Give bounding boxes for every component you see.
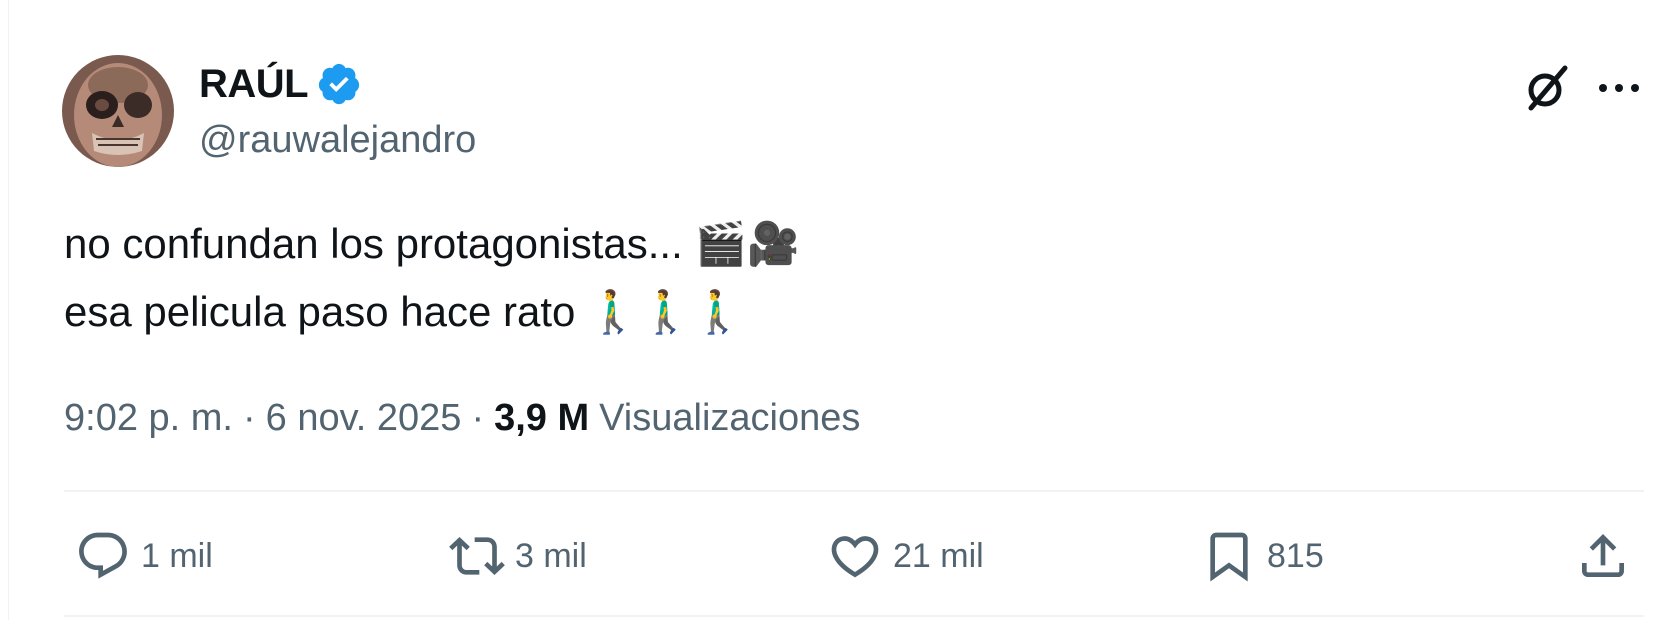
author-name-row[interactable]: RAÚL [199, 60, 362, 108]
avatar[interactable] [62, 55, 174, 167]
share-button[interactable] [1575, 528, 1631, 584]
verified-badge-icon[interactable] [316, 61, 362, 107]
views-label: Visualizaciones [599, 397, 861, 439]
bookmark-icon [1210, 532, 1248, 582]
more-icon [1599, 84, 1639, 92]
tweet-text: no confundan los protagonistas... 🎬🎥 esa… [64, 210, 799, 346]
reply-count: 1 mil [141, 536, 213, 575]
tweet-meta: 9:02 p. m. · 6 nov. 2025 · 3,9 M Visuali… [64, 392, 860, 444]
more-options-button[interactable] [1593, 64, 1645, 112]
retweet-count: 3 mil [515, 536, 587, 575]
divider [64, 490, 1644, 492]
tweet-line: no confundan los protagonistas... 🎬🎥 [64, 210, 799, 278]
heart-icon [831, 536, 879, 578]
tweet-line-text: esa pelicula paso hace rato [64, 288, 576, 335]
display-name[interactable]: RAÚL [199, 60, 309, 108]
retweet-icon [449, 537, 505, 575]
like-count: 21 mil [893, 536, 984, 575]
author-handle[interactable]: @rauwalejandro [199, 116, 476, 164]
grok-button[interactable] [1519, 60, 1575, 116]
views-count: 3,9 M [494, 397, 590, 439]
walking-man-emoji: 🚶‍♂️🚶‍♂️🚶‍♂️ [587, 288, 745, 335]
tweet-line: esa pelicula paso hace rato 🚶‍♂️🚶‍♂️🚶‍♂️ [64, 278, 799, 346]
tweet-card: RAÚL @rauwalejandro no confundan los pro… [8, 0, 1674, 620]
tweet-time[interactable]: 9:02 p. m. [64, 392, 233, 444]
share-icon [1582, 534, 1624, 577]
tweet-line-text: no confundan los protagonistas... [64, 220, 683, 267]
tweet-date[interactable]: 6 nov. 2025 [266, 392, 462, 444]
avatar-image [62, 55, 174, 167]
reply-button[interactable]: 1 mil [75, 528, 213, 584]
like-button[interactable]: 21 mil [827, 528, 984, 584]
meta-separator: · [471, 397, 485, 439]
bookmark-count: 815 [1267, 536, 1324, 575]
bookmark-button[interactable]: 815 [1201, 528, 1324, 584]
grok-icon [1528, 65, 1568, 111]
clapper-camera-emoji: 🎬🎥 [694, 220, 800, 267]
divider [64, 615, 1644, 617]
retweet-button[interactable]: 3 mil [449, 528, 587, 584]
reply-icon [79, 532, 127, 579]
meta-separator: · [242, 397, 256, 439]
